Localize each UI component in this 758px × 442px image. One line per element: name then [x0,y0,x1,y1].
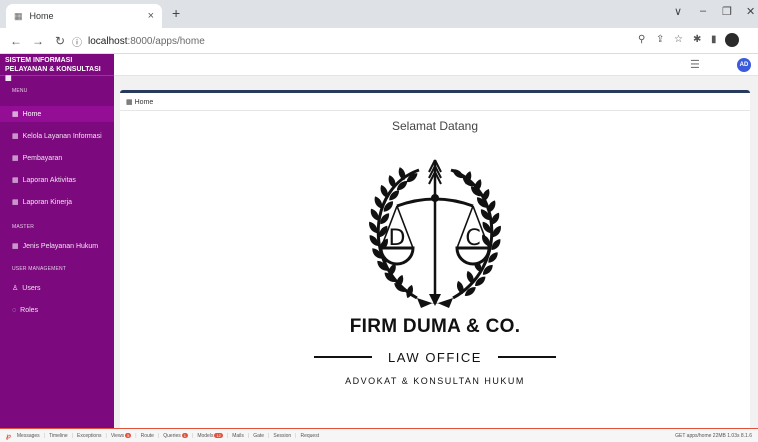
arrow-head [429,294,441,306]
logo-letter-d: D [389,226,406,251]
hamburger-menu-icon[interactable]: ☰ [690,58,700,71]
sidebar-item-label: Home [22,110,42,118]
zoom-icon[interactable]: ⚲ [638,34,645,45]
sidebar-item-label: Jenis Pelayanan Hukum [22,242,99,250]
card-divider [120,110,750,111]
sidebar-section-master: MASTER [12,224,35,230]
back-icon[interactable]: ← [10,34,22,48]
sidepanel-icon[interactable]: ▮ [711,34,717,45]
info-icon[interactable]: ⓘ [72,34,82,49]
sidebar-item-laporan-aktivitas[interactable]: ▦ Laporan Aktivitas [0,172,114,188]
profile-avatar[interactable] [725,33,739,47]
debug-badge: 5 [125,433,132,438]
sidebar-section-menu: MENU [12,88,28,94]
law-office-row: LAW OFFICE [120,347,750,367]
shield-icon: ◌ [12,306,17,314]
debugbar-logo-icon[interactable]: ℘ [6,432,11,440]
app-top-bar: ☰ AD [114,54,758,76]
law-line-right [497,356,556,358]
browser-tab[interactable]: ▦ Home × [6,4,162,28]
debug-status: GET apps/home 22MB 1.03s 8.1.6 [675,433,752,439]
firm-tagline: ADVOKAT & KONSULTAN HUKUM [345,376,525,386]
debug-tab-timeline[interactable]: Timeline [49,433,68,439]
table-icon: ▦ [12,177,19,184]
firm-logo: D C [366,159,504,308]
reload-icon[interactable]: ↻ [54,34,66,48]
sidebar-item-laporan-kinerja[interactable]: ▦ Laporan Kinerja [0,194,114,210]
browser-tab-bar: ▦ Home × + ∨ – ❐ ✕ [0,0,758,28]
debug-tab-session[interactable]: Session [273,433,291,439]
sidebar: SISTEM INFORMASI PELAYANAN & KONSULTASI … [0,54,114,428]
debug-tab-models[interactable]: Models 12 [197,433,223,439]
law-office-text: LAW OFFICE [388,349,482,365]
debug-tab-queries[interactable]: Queries 1 [163,433,189,439]
share-icon[interactable]: ⇪ [656,34,664,45]
sidebar-item-label: Laporan Kinerja [22,198,73,206]
debug-tab-route[interactable]: Route [141,433,154,439]
user-avatar[interactable]: AD [737,58,751,72]
sidebar-item-jenis-pelayanan[interactable]: ▦ Jenis Pelayanan Hukum [0,238,114,254]
debug-bar: ℘ Messages | Timeline | Exceptions | Views 5… [0,428,758,442]
sidebar-item-users[interactable]: ♙ Users [0,280,114,296]
sidebar-item-label: Pembayaran [22,154,63,162]
sidebar-item-home[interactable]: ▦ Home [0,106,114,122]
table-icon: ▦ [12,133,19,140]
table-icon: ▦ [12,155,19,162]
url-host: localhost [88,35,128,47]
maximize-button[interactable]: ❐ [722,5,732,18]
logo-letter-c: C [465,226,480,251]
extension-icon[interactable]: ✱ [693,34,701,45]
sidebar-item-label: Laporan Aktivitas [22,176,76,184]
sidebar-item-roles[interactable]: ◌ Roles [0,302,114,318]
star-icon[interactable]: ☆ [674,34,683,45]
main-content: ▦ Home Selamat Datang D C FIRM DUMA & CO… [114,76,758,428]
sidebar-section-user-management: USER MANAGEMENT [12,266,67,272]
debug-tab-gate[interactable]: Gate [253,433,264,439]
sidebar-item-label: Kelola Layanan Informasi [22,132,102,140]
debug-badge: 12 [214,433,223,438]
users-icon: ♙ [12,285,19,292]
table-icon: ▦ [12,243,19,250]
sidebar-item-label: Users [22,284,41,292]
favicon-icon: ▦ [14,10,23,21]
url-path: :8000/apps/home [127,35,205,47]
tab-close-icon[interactable]: × [148,10,154,22]
url-input[interactable]: ⓘ localhost:8000/apps/home [72,32,602,50]
tab-title: Home [29,11,54,21]
new-tab-button[interactable]: + [172,5,180,21]
debug-tab-mails[interactable]: Mails [232,433,244,439]
debug-badge: 1 [181,433,189,438]
sidebar-item-label: Roles [20,306,39,314]
debug-tab-views[interactable]: Views 5 [111,433,132,439]
debug-tab-request[interactable]: Request [300,433,319,439]
scale-pivot [431,194,439,202]
table-icon: ▦ [12,111,19,118]
table-icon: ▦ [12,199,19,206]
breadcrumb: ▦ Home [126,98,153,106]
sidebar-item-kelola-layanan[interactable]: ▦ Kelola Layanan Informasi [0,128,114,144]
debug-tab-messages[interactable]: Messages [17,433,40,439]
law-line-left [314,356,373,358]
sidebar-item-pembayaran[interactable]: ▦ Pembayaran [0,150,114,166]
tab-search-icon[interactable]: ∨ [674,5,682,18]
breadcrumb-home[interactable]: Home [135,99,154,106]
close-window-button[interactable]: ✕ [746,5,755,18]
sidebar-brand[interactable]: SISTEM INFORMASI PELAYANAN & KONSULTASI … [0,54,114,82]
firm-name: FIRM DUMA & CO. [349,316,521,337]
minimize-button[interactable]: – [700,5,706,17]
content-card: ▦ Home Selamat Datang D C FIRM DUMA & CO… [120,90,750,428]
forward-icon[interactable]: → [32,34,44,48]
debug-tab-exceptions[interactable]: Exceptions [77,433,101,439]
brand-icon: ▦ [5,75,12,82]
welcome-heading: Selamat Datang [391,119,479,133]
table-icon: ▦ [126,99,133,106]
